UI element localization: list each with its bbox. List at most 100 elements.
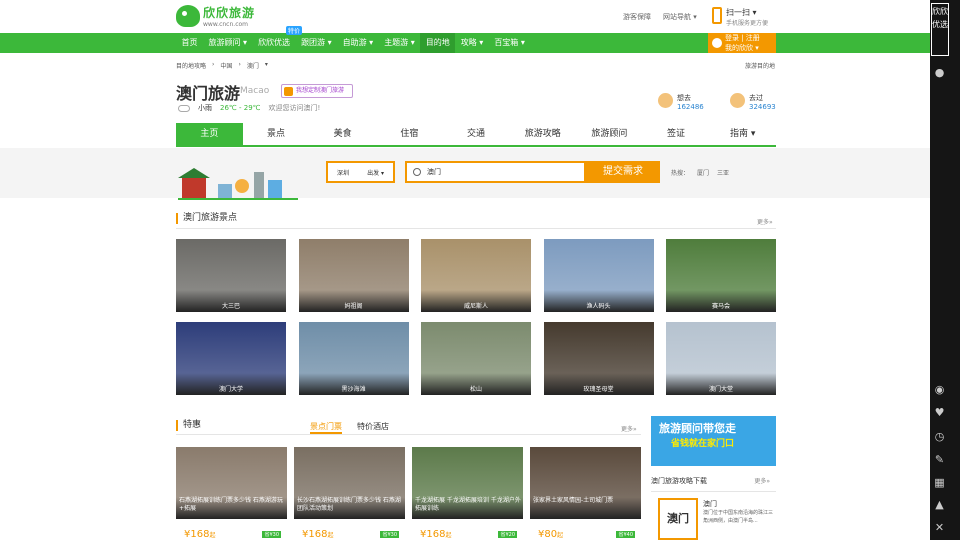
crumb-dest-guide[interactable]: 目的地攻略 [176, 61, 206, 70]
phone-icon [712, 7, 722, 24]
banner-line2: 省钱就在家门口 [671, 439, 735, 449]
been-stat[interactable]: 去过 324693 [730, 93, 776, 111]
deal-card[interactable]: 石燕湖拓展训练门票多少钱 石燕湖游玩+拓展 ¥168起 省¥30 [176, 447, 287, 540]
nav-advisor[interactable]: 旅游顾问 ▾ [203, 33, 253, 53]
welcome-text: 欢迎您访问澳门! [268, 104, 321, 112]
wechat-icon[interactable]: ● [933, 66, 946, 79]
deal-price: ¥168起 [302, 529, 333, 540]
qrcode-icon[interactable]: ▦ [933, 476, 946, 489]
nav-self-tour[interactable]: 自助游 ▾ [337, 33, 379, 53]
weather: 小雨 26℃ - 29℃ 欢迎您访问澳门! [178, 103, 320, 113]
search-input[interactable]: 澳门 [405, 161, 586, 183]
attractions-grid: 大三巴 妈祖阁 威尼斯人 渔人码头 赛马会 澳门大学 黑沙海滩 松山 玫瑰圣母堂… [176, 239, 776, 395]
deal-card[interactable]: 张家界土家风情园-土司城门票 ¥80起 省¥40 [530, 447, 641, 540]
tab-traffic[interactable]: 交通 [443, 123, 510, 145]
more-link[interactable]: 更多» [757, 217, 773, 226]
tab-hotels[interactable]: 特价酒店 [357, 421, 389, 434]
nav-badge: 特价 [286, 26, 303, 35]
attraction-tile[interactable]: 渔人码头 [543, 239, 654, 312]
deal-image [530, 447, 641, 519]
tab-advisor[interactable]: 旅游顾问 [576, 123, 643, 145]
save-badge: 省¥30 [262, 531, 281, 538]
tab-food[interactable]: 美食 [309, 123, 376, 145]
nav-home[interactable]: 首页 [176, 33, 203, 53]
attraction-name: 赛马会 [711, 303, 730, 310]
top-links: 游客保障 网站导航 ▾ [623, 12, 697, 22]
deals-more-link[interactable]: 更多» [621, 424, 637, 433]
crumb-macao[interactable]: 澳门 [247, 61, 259, 70]
nav-destination[interactable]: 目的地 [420, 33, 456, 53]
submit-button[interactable]: 提交需求 [586, 161, 660, 183]
depart-select[interactable]: 深圳 出发 ▾ [326, 161, 395, 183]
attraction-tile[interactable]: 大三巴 [176, 239, 286, 312]
login-button[interactable]: 登录 | 注册 我的欣欣 ▾ [708, 33, 776, 53]
attraction-tile[interactable]: 玫瑰圣母堂 [543, 322, 654, 395]
pencil-icon[interactable]: ✎ [933, 453, 946, 466]
price-value: ¥168 [184, 529, 210, 540]
customize-tag[interactable]: 我想定制澳门旅游 [281, 84, 354, 98]
tab-guide[interactable]: 旅游攻略 [509, 123, 576, 145]
divider [651, 491, 776, 492]
login-register: 登录 | 注册 [725, 34, 760, 42]
deal-price: ¥168起 [184, 529, 215, 540]
deal-caption: 石燕湖拓展训练门票多少钱 石燕湖游玩+拓展 [179, 497, 283, 512]
search-icon [413, 168, 421, 176]
deal-caption: 长沙石燕湖拓展训练门票多少钱 石燕湖团队活动策划 [297, 497, 401, 512]
save-badge: 省¥20 [498, 531, 517, 538]
advisor-banner[interactable]: 旅游顾问带您走 省钱就在家门口 [651, 416, 776, 466]
nav-items: 首页 旅游顾问 ▾ 欣欣优选 跟团游 ▾ 自助游 ▾ 主题游 ▾ 目的地 攻略 … [176, 33, 530, 53]
attraction-tile[interactable]: 赛马会 [666, 239, 776, 312]
link-sitemap[interactable]: 网站导航 ▾ [663, 12, 697, 22]
guide-book-cover[interactable]: 澳门 [658, 498, 698, 540]
attraction-tile[interactable]: 黑沙海滩 [298, 322, 409, 395]
tab-visa[interactable]: 签证 [643, 123, 710, 145]
guide-more-link[interactable]: 更多» [754, 476, 770, 485]
mobile-scan[interactable]: 扫一扫 ▾ 手机服务更方便 [712, 7, 768, 27]
tab-sights[interactable]: 景点 [243, 123, 310, 145]
section-title: 澳门旅游景点 [176, 213, 237, 224]
deal-card[interactable]: 长沙石燕湖拓展训练门票多少钱 石燕湖团队活动策划 ¥168起 省¥30 [294, 447, 405, 540]
link-guarantee[interactable]: 游客保障 [623, 12, 651, 22]
close-icon[interactable]: ✕ [933, 521, 946, 534]
site-logo[interactable]: 欣欣旅游 www.cncn.com [176, 4, 255, 28]
attraction-name: 妈祖阁 [344, 303, 363, 310]
guide-desc: 澳门位于中国东南沿海的珠江三角洲西侧，由澳门半岛... [703, 510, 774, 524]
hot-link[interactable]: 三亚 [717, 168, 729, 177]
tab-manual[interactable]: 指南 ▾ [709, 123, 776, 145]
dest-link[interactable]: 旅游目的地 [745, 61, 775, 70]
attraction-tile[interactable]: 松山 [421, 322, 531, 395]
back-to-top-icon[interactable]: ▲ [933, 498, 946, 511]
deal-price: ¥168起 [420, 529, 451, 540]
price-unit: 起 [557, 532, 564, 539]
tab-stay[interactable]: 住宿 [376, 123, 443, 145]
crumb-china[interactable]: 中国 [220, 61, 232, 70]
attraction-tile[interactable]: 威尼斯人 [421, 239, 531, 312]
attraction-tile[interactable]: 澳门大学 [176, 322, 286, 395]
user-icon[interactable]: ◉ [933, 383, 946, 396]
attraction-tile[interactable]: 澳门大堂 [666, 322, 776, 395]
nav-toolbox[interactable]: 百宝箱 ▾ [489, 33, 531, 53]
price-unit: 起 [209, 532, 216, 539]
guide-title: 澳门旅游攻略下载 [651, 477, 707, 485]
guide-name[interactable]: 澳门 [703, 499, 717, 509]
want-go-stat[interactable]: 想去 162486 [658, 93, 704, 111]
breadcrumb: 目的地攻略 › 中国 › 澳门 ▾ [176, 61, 268, 70]
chevron-down-icon[interactable]: ▾ [265, 61, 268, 70]
deal-tabs: 景点门票 特价酒店 [310, 421, 389, 434]
deal-card[interactable]: 千龙湖拓展 千龙湖拓展培训 千龙湖户外拓展训练 ¥168起 省¥20 [412, 447, 523, 540]
page-title: 澳门旅游 [176, 84, 241, 103]
tab-tickets[interactable]: 景点门票 [310, 421, 342, 434]
nav-group-tour[interactable]: 跟团游 ▾ [296, 33, 338, 53]
sidebar-brand[interactable]: 欣欣优选 [931, 3, 949, 56]
crumb-sep: › [238, 61, 241, 68]
attraction-name: 威尼斯人 [463, 303, 488, 310]
hot-link[interactable]: 厦门 [697, 168, 709, 177]
attraction-tile[interactable]: 妈祖阁 [298, 239, 409, 312]
attraction-name: 玫瑰圣母堂 [583, 386, 614, 393]
nav-guides[interactable]: 攻略 ▾ [455, 33, 489, 53]
nav-select[interactable]: 欣欣优选 [253, 33, 296, 53]
heart-icon[interactable]: ♥ [933, 406, 946, 419]
tab-home[interactable]: 主页 [176, 123, 243, 145]
nav-theme-tour[interactable]: 主题游 ▾ [379, 33, 421, 53]
clock-icon[interactable]: ◷ [933, 430, 946, 443]
